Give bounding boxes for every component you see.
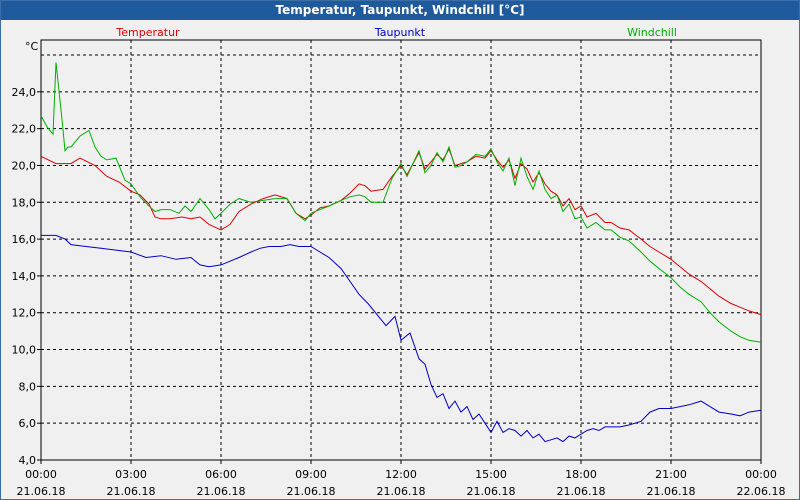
y-tick-label: 20,0 — [12, 159, 37, 172]
x-tick-date: 21.06.18 — [557, 485, 606, 498]
y-tick-label: 18,0 — [12, 196, 37, 209]
legend: Temperatur Taupunkt Windchill — [115, 26, 677, 39]
line-chart: 4,0 6,0 8,0 10,0 12,0 14,0 16,0 18,0 20,0 22,0 24,… — [12, 26, 786, 498]
y-tick-label: 10,0 — [12, 344, 37, 357]
grid — [41, 40, 761, 460]
x-tick-date: 21.06.18 — [197, 485, 246, 498]
x-tick-time: 09:00 — [295, 468, 327, 481]
series-line-taupunkt — [41, 234, 762, 443]
y-tick-label: 24,0 — [12, 86, 37, 99]
y-axis: 4,0 6,0 8,0 10,0 12,0 14,0 16,0 18,0 20,0 22,0 24,… — [12, 86, 41, 467]
y-tick-label: 6,0 — [19, 417, 37, 430]
x-tick-date: 21.06.18 — [647, 485, 696, 498]
x-tick-date: 21.06.18 — [287, 485, 336, 498]
y-tick-label: 4,0 — [19, 454, 37, 467]
x-tick-time: 00:00 — [25, 468, 57, 481]
x-tick-date: 21.06.18 — [467, 485, 516, 498]
y-tick-label: 16,0 — [12, 233, 37, 246]
legend-item: Windchill — [627, 26, 677, 39]
y-tick-label: 22,0 — [12, 123, 37, 136]
x-axis: 00:00 21.06.18 03:00 21.06.18 06:00 21.06.18 0… — [17, 460, 786, 498]
legend-item: Taupunkt — [374, 26, 426, 39]
y-tick-label: 8,0 — [19, 380, 37, 393]
x-tick-time: 12:00 — [385, 468, 417, 481]
x-tick-time: 15:00 — [475, 468, 507, 481]
x-tick-time: 03:00 — [115, 468, 147, 481]
x-tick-date: 21.06.18 — [377, 485, 426, 498]
y-tick-label: 12,0 — [12, 307, 37, 320]
x-tick-time: 06:00 — [205, 468, 237, 481]
x-tick-date: 21.06.18 — [107, 485, 156, 498]
x-tick-time: 21:00 — [655, 468, 687, 481]
x-tick-date: 21.06.18 — [17, 485, 66, 498]
y-tick-label: 14,0 — [12, 270, 37, 283]
x-tick-time: 18:00 — [565, 468, 597, 481]
legend-item: Temperatur — [115, 26, 180, 39]
x-tick-date: 22.06.18 — [737, 485, 786, 498]
x-tick-time: 00:00 — [745, 468, 777, 481]
y-axis-label: °C — [25, 40, 39, 53]
